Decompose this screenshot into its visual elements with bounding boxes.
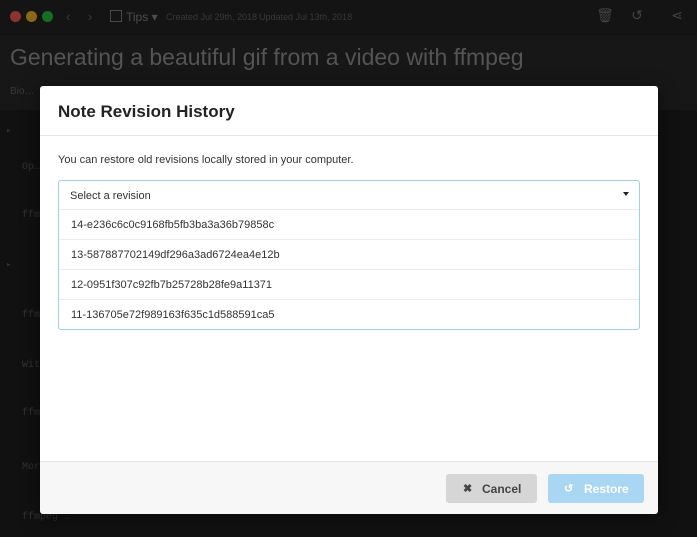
restore-button[interactable]: ↺ Restore bbox=[548, 474, 644, 503]
dialog-footer: ✖ Cancel ↺ Restore bbox=[40, 461, 658, 514]
revision-option[interactable]: 12-0951f307c92fb7b25728b28fe9a11371 bbox=[59, 269, 639, 299]
close-icon: ✖ bbox=[463, 483, 473, 495]
dialog-description: You can restore old revisions locally st… bbox=[58, 154, 354, 166]
revision-select[interactable]: Select a revision 14-e236c6c0c9168fb5fb3… bbox=[58, 180, 640, 330]
revision-select-control[interactable]: Select a revision bbox=[59, 181, 639, 209]
dialog-header: Note Revision History bbox=[40, 86, 658, 136]
revision-option[interactable]: 14-e236c6c0c9168fb5fb3ba3a36b79858c bbox=[59, 209, 639, 239]
undo-icon: ↺ bbox=[564, 483, 574, 495]
revision-option[interactable]: 11-136705e72f989163f635c1d588591ca5 bbox=[59, 299, 639, 329]
cancel-button[interactable]: ✖ Cancel bbox=[446, 474, 537, 503]
revision-history-dialog: Note Revision History You can restore ol… bbox=[40, 86, 658, 514]
revision-option[interactable]: 13-587887702149df296a3ad6724ea4e12b bbox=[59, 239, 639, 269]
dialog-title: Note Revision History bbox=[58, 102, 235, 121]
caret-down-icon[interactable] bbox=[623, 192, 629, 196]
revision-select-placeholder: Select a revision bbox=[70, 190, 151, 202]
